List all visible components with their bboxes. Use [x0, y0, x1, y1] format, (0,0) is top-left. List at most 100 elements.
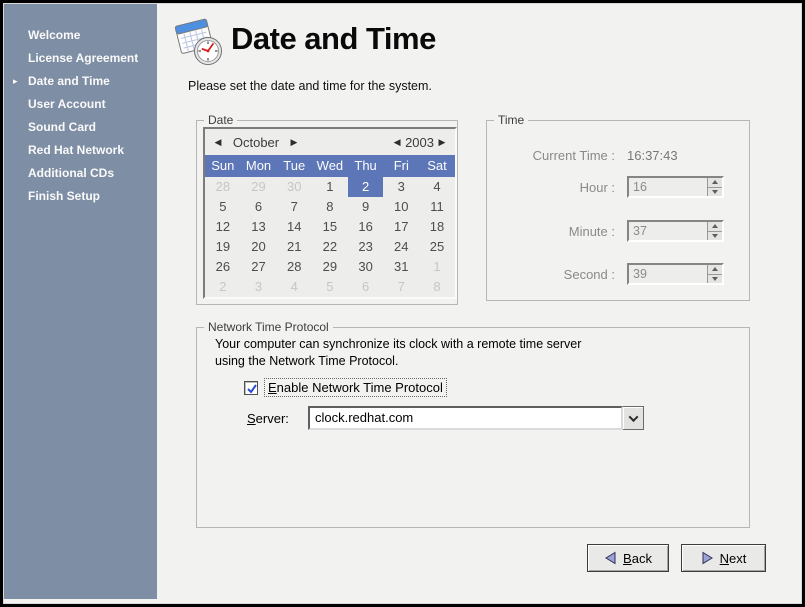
calendar-day[interactable]: 12 [205, 217, 241, 237]
sidebar-item-label: Additional CDs [28, 166, 114, 180]
calendar-day[interactable]: 23 [348, 237, 384, 257]
calendar-day[interactable]: 25 [419, 237, 455, 257]
hour-up-button[interactable] [708, 178, 722, 188]
enable-ntp-checkbox[interactable] [244, 381, 258, 395]
up-arrow-icon [712, 224, 718, 228]
calendar-day-selected[interactable]: 2 [348, 177, 384, 197]
calendar-day[interactable]: 11 [419, 197, 455, 217]
minute-spinner[interactable]: 37 [627, 220, 724, 242]
calendar-day[interactable]: 22 [312, 237, 348, 257]
prev-month-arrow-icon[interactable]: ◀ [212, 137, 224, 148]
calendar-day[interactable]: 6 [241, 197, 277, 217]
minute-up-button[interactable] [708, 222, 722, 232]
calendar-day[interactable]: 17 [383, 217, 419, 237]
second-value[interactable]: 39 [629, 265, 707, 283]
time-group-legend: Time [494, 113, 528, 127]
day-name: Sun [205, 155, 241, 177]
calendar-day[interactable]: 29 [241, 177, 277, 197]
calendar-day[interactable]: 14 [276, 217, 312, 237]
second-down-button[interactable] [708, 275, 722, 284]
sidebar-item-label: Sound Card [28, 120, 96, 134]
server-dropdown-button[interactable] [623, 406, 644, 430]
hour-spinner[interactable]: 16 [627, 176, 724, 198]
sidebar-item-license-agreement[interactable]: License Agreement [4, 47, 157, 70]
sidebar-item-label: Date and Time [28, 74, 110, 88]
day-name: Sat [419, 155, 455, 177]
calendar-day[interactable]: 1 [312, 177, 348, 197]
calendar-day[interactable]: 26 [205, 257, 241, 277]
ntp-group-legend: Network Time Protocol [204, 320, 333, 334]
current-time-label: Current Time : [497, 148, 627, 163]
down-arrow-icon [712, 277, 718, 281]
hour-down-button[interactable] [708, 188, 722, 197]
calendar-day[interactable]: 5 [205, 197, 241, 217]
calendar-day[interactable]: 21 [276, 237, 312, 257]
second-label: Second : [497, 267, 627, 282]
calendar-widget: ◀ October ▶ ◀ 2003 ▶ Sun Mon Tue Wed Thu… [203, 127, 457, 299]
calendar-day[interactable]: 30 [276, 177, 312, 197]
calendar-nav: ◀ October ▶ ◀ 2003 ▶ [205, 129, 455, 155]
day-name: Tue [276, 155, 312, 177]
calendar-day[interactable]: 27 [241, 257, 277, 277]
calendar-day[interactable]: 16 [348, 217, 384, 237]
calendar-day[interactable]: 7 [276, 197, 312, 217]
calendar-day[interactable]: 29 [312, 257, 348, 277]
calendar-day[interactable]: 30 [348, 257, 384, 277]
sidebar-item-label: User Account [28, 97, 106, 111]
calendar-day[interactable]: 7 [383, 277, 419, 297]
calendar-day[interactable]: 2 [205, 277, 241, 297]
calendar-day[interactable]: 18 [419, 217, 455, 237]
calendar-day[interactable]: 24 [383, 237, 419, 257]
prev-year-arrow-icon[interactable]: ◀ [391, 137, 403, 148]
next-month-arrow-icon[interactable]: ▶ [288, 137, 300, 148]
calendar-day[interactable]: 8 [312, 197, 348, 217]
chevron-down-icon [628, 412, 638, 422]
calendar-day[interactable]: 13 [241, 217, 277, 237]
calendar-day[interactable]: 9 [348, 197, 384, 217]
sidebar-item-label: Welcome [28, 28, 80, 42]
calendar-day[interactable]: 28 [276, 257, 312, 277]
server-input[interactable]: clock.redhat.com [308, 406, 623, 430]
calendar-day[interactable]: 4 [276, 277, 312, 297]
calendar-day[interactable]: 15 [312, 217, 348, 237]
day-name: Thu [348, 155, 384, 177]
calendar-day[interactable]: 31 [383, 257, 419, 277]
hour-label: Hour : [497, 180, 627, 195]
calendar-day[interactable]: 19 [205, 237, 241, 257]
calendar-day[interactable]: 6 [348, 277, 384, 297]
calendar-day[interactable]: 10 [383, 197, 419, 217]
next-year-arrow-icon[interactable]: ▶ [436, 137, 448, 148]
minute-down-button[interactable] [708, 232, 722, 241]
calendar-day[interactable]: 28 [205, 177, 241, 197]
sidebar-item-welcome[interactable]: Welcome [4, 24, 157, 47]
back-button[interactable]: Back [587, 544, 669, 572]
minute-value[interactable]: 37 [629, 222, 707, 240]
second-spinner[interactable]: 39 [627, 263, 724, 285]
calendar-day[interactable]: 3 [241, 277, 277, 297]
checkmark-icon [245, 382, 259, 396]
day-name: Fri [383, 155, 419, 177]
up-arrow-icon [712, 267, 718, 271]
page-subtitle: Please set the date and time for the sys… [188, 79, 432, 93]
server-combobox: clock.redhat.com [308, 406, 644, 430]
sidebar-item-sound-card[interactable]: Sound Card [4, 116, 157, 139]
calendar-day[interactable]: 3 [383, 177, 419, 197]
hour-value[interactable]: 16 [629, 178, 707, 196]
enable-ntp-label[interactable]: Enable Network Time Protocol [264, 378, 447, 397]
calendar-day[interactable]: 20 [241, 237, 277, 257]
active-step-arrow-icon: ▸ [13, 70, 18, 93]
wizard-steps-sidebar: Welcome License Agreement ▸ Date and Time… [4, 4, 157, 599]
calendar-day-names-row: Sun Mon Tue Wed Thu Fri Sat [205, 155, 455, 177]
calendar-day[interactable]: 8 [419, 277, 455, 297]
setup-wizard-window: Welcome License Agreement ▸ Date and Time… [0, 0, 805, 607]
calendar-day[interactable]: 1 [419, 257, 455, 277]
calendar-day[interactable]: 5 [312, 277, 348, 297]
sidebar-item-additional-cds[interactable]: Additional CDs [4, 162, 157, 185]
next-button[interactable]: Next [681, 544, 766, 572]
calendar-day[interactable]: 4 [419, 177, 455, 197]
second-up-button[interactable] [708, 265, 722, 275]
sidebar-item-user-account[interactable]: User Account [4, 93, 157, 116]
sidebar-item-red-hat-network[interactable]: Red Hat Network [4, 139, 157, 162]
sidebar-item-date-and-time[interactable]: ▸ Date and Time [4, 70, 157, 93]
sidebar-item-finish-setup[interactable]: Finish Setup [4, 185, 157, 208]
